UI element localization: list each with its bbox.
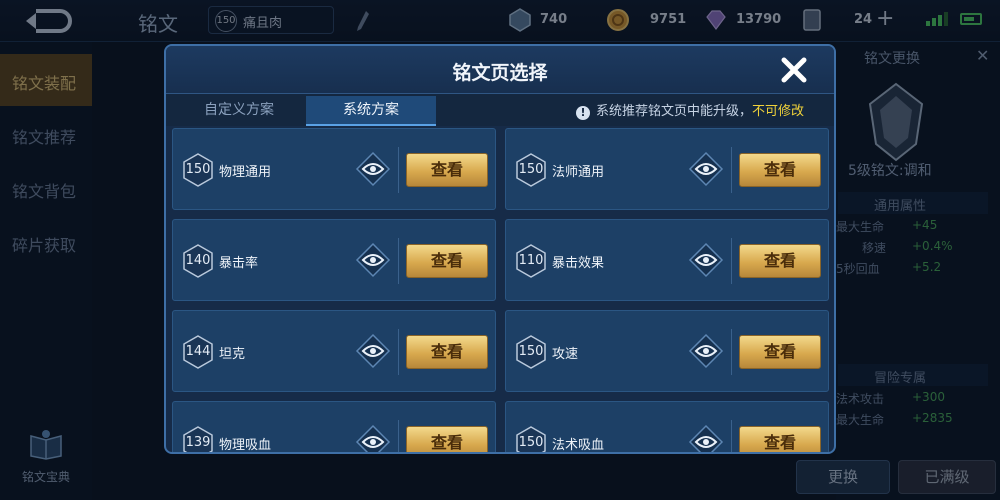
level-badge: 150 — [514, 335, 548, 369]
eye-icon[interactable] — [688, 151, 724, 187]
level-value: 140 — [185, 253, 211, 268]
dialog-header: 铭文页选择 — [166, 46, 834, 94]
rune-page-name: 攻速 — [552, 347, 579, 362]
rune-page-name: 物理吸血 — [219, 438, 272, 453]
tab-custom-scheme[interactable]: 自定义方案 — [174, 96, 304, 126]
level-value: 150 — [518, 435, 544, 450]
rune-page-card: 150 攻速 查看 — [505, 310, 829, 392]
tab-system-scheme[interactable]: 系统方案 — [306, 96, 436, 126]
tab-bar: 自定义方案 系统方案 ! 系统推荐铭文页中能升级，不可修改 — [166, 94, 834, 126]
view-button[interactable]: 查看 — [739, 335, 821, 369]
rune-page-name: 法术吸血 — [552, 438, 605, 453]
close-icon[interactable] — [778, 54, 810, 86]
divider — [398, 329, 399, 375]
view-button[interactable]: 查看 — [739, 153, 821, 187]
rune-page-card: 139 物理吸血 查看 — [172, 401, 496, 454]
eye-icon[interactable] — [355, 242, 391, 278]
dialog-title: 铭文页选择 — [452, 62, 548, 84]
rune-page-name: 物理通用 — [219, 165, 272, 180]
rune-page-card: 110 暴击效果 查看 — [505, 219, 829, 301]
level-badge: 150 — [514, 426, 548, 452]
rune-page-card: 144 坦克 查看 — [172, 310, 496, 392]
rune-page-name: 坦克 — [219, 347, 246, 362]
notice-main: 系统推荐铭文页中能升级， — [596, 104, 753, 119]
rune-page-card: 140 暴击率 查看 — [172, 219, 496, 301]
notice-highlight: 不可修改 — [752, 104, 805, 119]
divider — [731, 147, 732, 193]
level-badge: 150 — [514, 153, 548, 187]
rune-page-card: 150 法师通用 查看 — [505, 128, 829, 210]
rune-page-name: 暴击效果 — [552, 256, 605, 271]
eye-icon[interactable] — [355, 424, 391, 454]
rune-page-select-dialog: 铭文页选择 自定义方案 系统方案 ! 系统推荐铭文页中能升级，不可修改 150 物… — [164, 44, 836, 454]
divider — [731, 420, 732, 452]
level-value: 150 — [518, 162, 544, 177]
eye-icon[interactable] — [688, 424, 724, 454]
divider — [398, 238, 399, 284]
rune-page-name: 暴击率 — [219, 256, 259, 271]
level-badge: 110 — [514, 244, 548, 278]
view-button[interactable]: 查看 — [406, 335, 488, 369]
eye-icon[interactable] — [688, 242, 724, 278]
level-badge: 140 — [181, 244, 215, 278]
rune-page-card: 150 物理通用 查看 — [172, 128, 496, 210]
eye-icon[interactable] — [688, 333, 724, 369]
level-value: 150 — [518, 344, 544, 359]
divider — [731, 238, 732, 284]
level-badge: 139 — [181, 426, 215, 452]
notice-text: ! 系统推荐铭文页中能升级，不可修改 — [576, 100, 804, 120]
level-badge-icon — [183, 153, 213, 187]
rune-page-card: 150 法术吸血 查看 — [505, 401, 829, 454]
level-value: 110 — [518, 253, 544, 268]
view-button[interactable]: 查看 — [406, 426, 488, 452]
view-button[interactable]: 查看 — [406, 244, 488, 278]
view-button[interactable]: 查看 — [739, 244, 821, 278]
rune-page-list: 150 物理通用 查看 150 法师通用 查看 140 暴击率 查看 110 暴… — [172, 128, 832, 454]
eye-icon[interactable] — [355, 151, 391, 187]
rune-page-name: 法师通用 — [552, 165, 605, 180]
level-value: 139 — [185, 435, 211, 450]
level-value: 144 — [185, 344, 211, 359]
info-icon: ! — [576, 106, 590, 120]
view-button[interactable]: 查看 — [406, 153, 488, 187]
divider — [398, 420, 399, 452]
divider — [731, 329, 732, 375]
divider — [398, 147, 399, 193]
eye-icon[interactable] — [355, 333, 391, 369]
level-badge: 144 — [181, 335, 215, 369]
view-button[interactable]: 查看 — [739, 426, 821, 452]
